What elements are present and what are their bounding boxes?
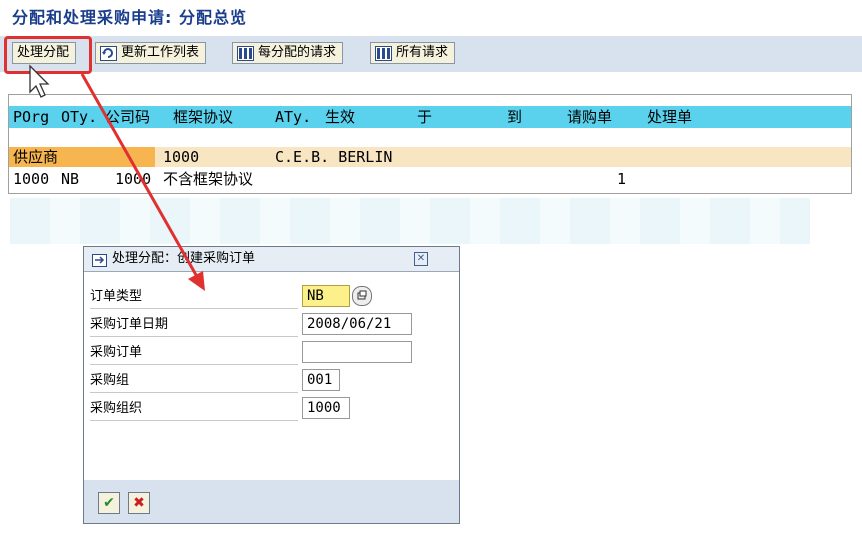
create-po-dialog: 处理分配：创建采购订单 ✕ 订单类型 NB 采购订单日期 2008/06/21 … bbox=[83, 246, 460, 524]
order-type-label: 订单类型 bbox=[90, 289, 143, 304]
list-header-row: POrg OTy. 公司码 框架协议 ATy. 生效 于 到 请购单 处理单 bbox=[9, 106, 851, 128]
col-header-contract[interactable]: 框架协议 bbox=[173, 106, 233, 128]
application-toolbar: 处理分配 更新工作列表 每分配的请求 所有请求 bbox=[0, 36, 862, 72]
purch-group-row: 采购组 bbox=[90, 368, 298, 393]
refresh-icon bbox=[100, 45, 117, 61]
purch-org-label: 采购组织 bbox=[90, 401, 143, 416]
order-date-field[interactable]: 2008/06/21 bbox=[302, 313, 412, 335]
col-header-processed[interactable]: 处理单 bbox=[647, 106, 692, 128]
annotation-highlight-box bbox=[4, 36, 92, 74]
purch-org-field[interactable]: 1000 bbox=[302, 397, 350, 419]
col-header-from[interactable]: 于 bbox=[417, 106, 432, 128]
per-assign-label: 每分配的请求 bbox=[258, 45, 337, 60]
row-porg: 1000 bbox=[13, 170, 50, 188]
requests-per-assignment-button[interactable]: 每分配的请求 bbox=[232, 42, 344, 64]
refresh-worklist-button[interactable]: 更新工作列表 bbox=[95, 42, 207, 64]
order-date-label: 采购订单日期 bbox=[90, 317, 169, 332]
grid-icon bbox=[237, 45, 254, 61]
col-header-otype[interactable]: OTy. bbox=[61, 106, 97, 128]
dialog-titlebar: 处理分配：创建采购订单 ✕ bbox=[84, 247, 459, 272]
blurred-background-area bbox=[10, 198, 810, 244]
col-header-company[interactable]: 公司码 bbox=[105, 106, 150, 128]
cancel-button[interactable]: ✖ bbox=[128, 492, 150, 514]
check-icon: ✔ bbox=[103, 495, 115, 511]
row-requisition-count: 1 bbox=[617, 170, 627, 188]
order-type-field[interactable]: NB bbox=[302, 285, 350, 307]
all-requests-label: 所有请求 bbox=[396, 45, 449, 60]
dialog-title: 处理分配：创建采购订单 bbox=[112, 251, 256, 266]
po-number-row: 采购订单 bbox=[90, 340, 298, 365]
col-header-requisitions[interactable]: 请购单 bbox=[567, 106, 612, 128]
po-number-field[interactable] bbox=[302, 341, 412, 363]
vendor-number: 1000 bbox=[163, 148, 200, 166]
vendor-name: C.E.B. BERLIN bbox=[275, 148, 393, 166]
col-header-valid[interactable]: 生效 bbox=[325, 106, 355, 128]
value-help-icon[interactable] bbox=[352, 286, 372, 306]
row-description: 不含框架协议 bbox=[163, 170, 254, 188]
all-requests-button[interactable]: 所有请求 bbox=[370, 42, 456, 64]
order-date-row: 采购订单日期 bbox=[90, 312, 298, 337]
row-company: 1000 bbox=[115, 170, 152, 188]
row-otype: NB bbox=[61, 170, 80, 188]
dialog-body: 订单类型 NB 采购订单日期 2008/06/21 采购订单 采购组 001 采… bbox=[84, 272, 459, 482]
refresh-label: 更新工作列表 bbox=[121, 45, 200, 60]
purch-group-label: 采购组 bbox=[90, 373, 130, 388]
col-header-to[interactable]: 到 bbox=[507, 106, 522, 128]
col-header-porg[interactable]: POrg bbox=[13, 106, 49, 128]
grid-icon bbox=[375, 45, 392, 61]
assignment-list: POrg OTy. 公司码 框架协议 ATy. 生效 于 到 请购单 处理单 供… bbox=[8, 94, 852, 194]
col-header-atype[interactable]: ATy. bbox=[275, 106, 311, 128]
page-title: 分配和处理采购申请: 分配总览 bbox=[12, 8, 247, 27]
vendor-label: 供应商 bbox=[13, 148, 59, 166]
order-type-row: 订单类型 bbox=[90, 284, 298, 309]
dialog-footer: ✔ ✖ bbox=[84, 480, 459, 523]
vendor-row[interactable]: 供应商 1000 C.E.B. BERLIN bbox=[9, 147, 851, 167]
po-number-label: 采购订单 bbox=[90, 345, 143, 360]
purch-group-field[interactable]: 001 bbox=[302, 369, 340, 391]
table-row[interactable]: 1000 NB 1000 不含框架协议 1 bbox=[9, 169, 851, 189]
cross-icon: ✖ bbox=[133, 495, 145, 511]
purch-org-row: 采购组织 bbox=[90, 396, 298, 421]
confirm-button[interactable]: ✔ bbox=[98, 492, 120, 514]
close-icon[interactable]: ✕ bbox=[414, 252, 428, 266]
